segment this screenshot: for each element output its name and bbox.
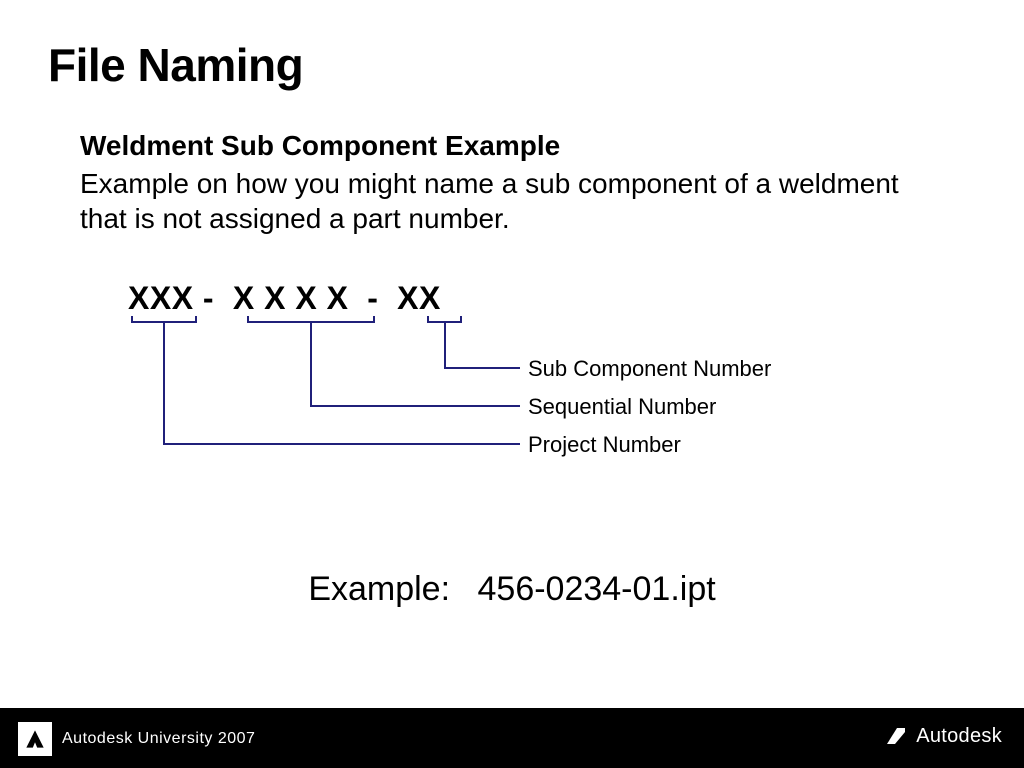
naming-diagram: XXX - X X X X - XX Sub Component Number … [128, 280, 898, 490]
page-title: File Naming [48, 38, 303, 92]
autodesk-logo-icon [884, 724, 908, 748]
example-value: 456-0234-01.ipt [478, 570, 716, 609]
au-badge-icon [18, 722, 52, 756]
footer-right: Autodesk [884, 724, 1002, 748]
callout-sub-component: Sub Component Number [528, 356, 771, 382]
body-text: Example on how you might name a sub comp… [80, 166, 940, 236]
footer-left: Autodesk University 2007 [18, 722, 255, 756]
example-row: Example: 456-0234-01.ipt [0, 570, 1024, 609]
footer-bar: Autodesk University 2007 Autodesk [0, 708, 1024, 768]
example-label: Example: [308, 570, 450, 609]
footer-right-text: Autodesk [916, 725, 1002, 748]
slide: File Naming Weldment Sub Component Examp… [0, 0, 1024, 768]
callout-sequential: Sequential Number [528, 394, 716, 420]
footer-left-text: Autodesk University 2007 [62, 730, 255, 748]
callout-project: Project Number [528, 432, 681, 458]
section-subtitle: Weldment Sub Component Example [80, 130, 560, 162]
diagram-lines [128, 280, 898, 490]
